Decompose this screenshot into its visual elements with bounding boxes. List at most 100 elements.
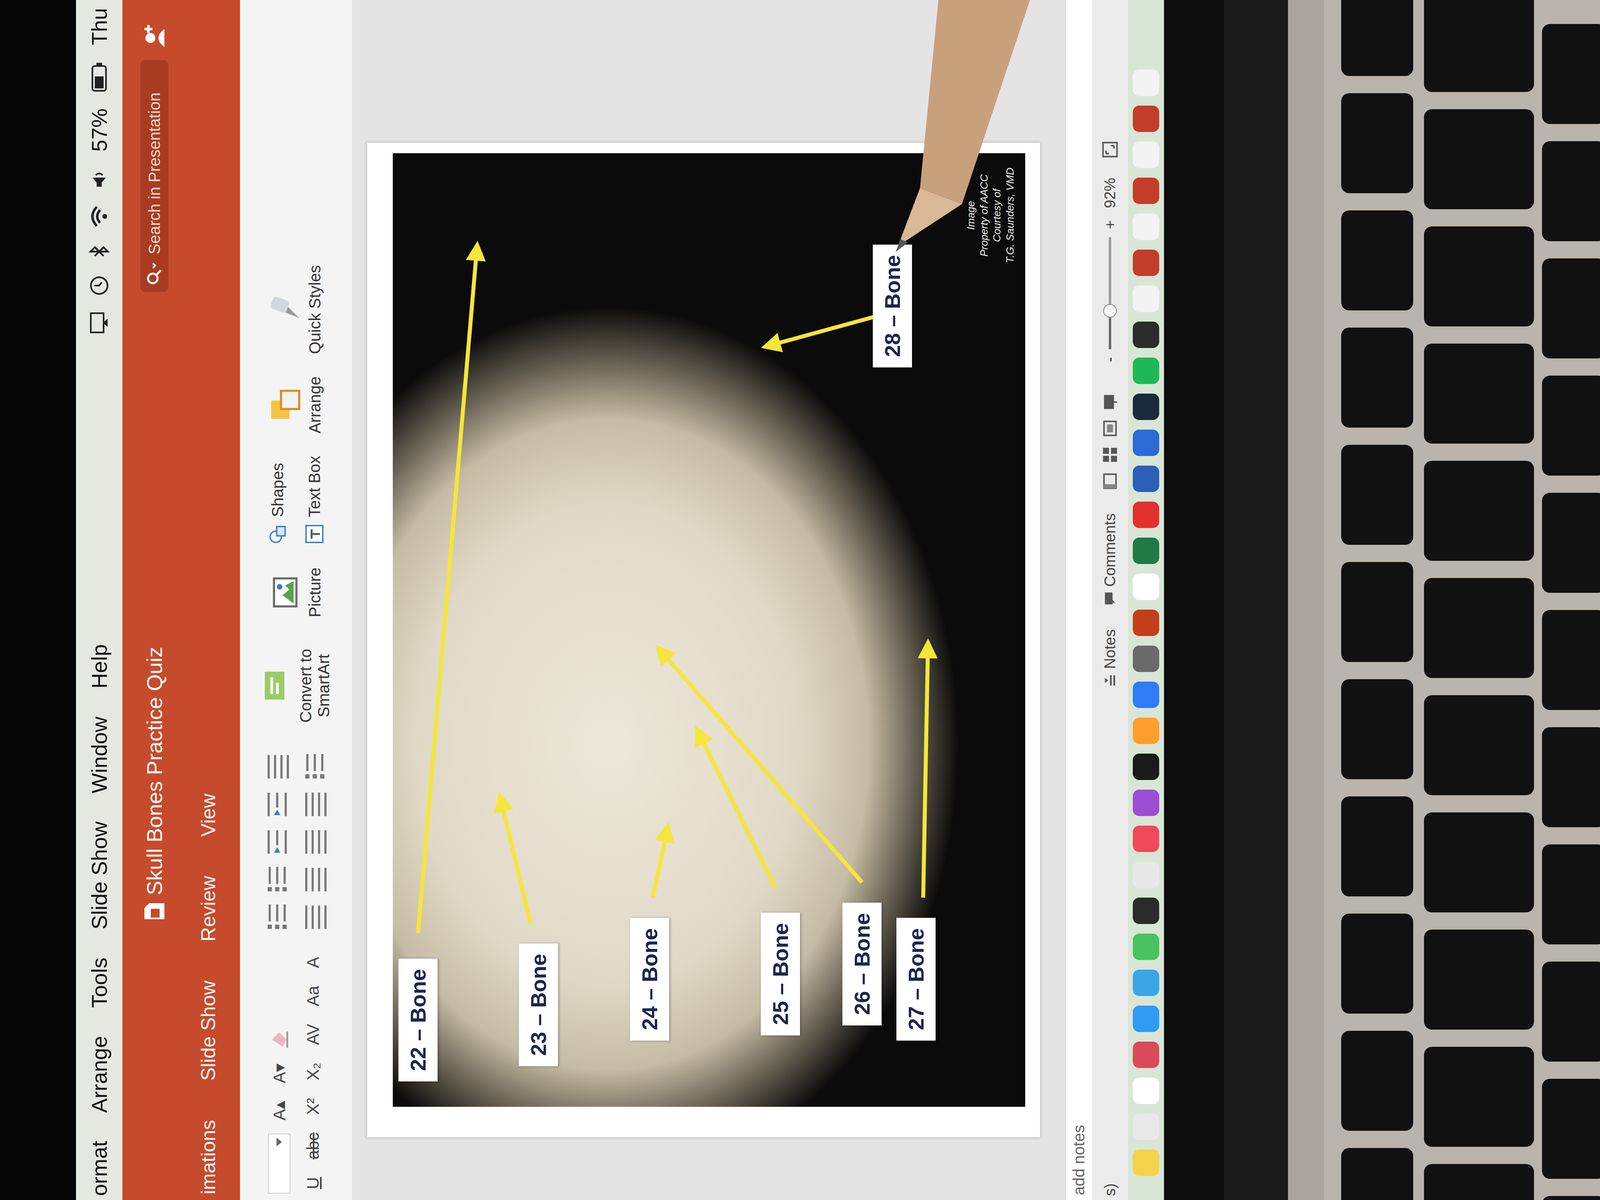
battery-icon[interactable] — [91, 62, 107, 92]
list-format-icon[interactable] — [264, 904, 290, 930]
dock-app-icon[interactable] — [1132, 141, 1160, 168]
dock-app-icon[interactable] — [1132, 177, 1160, 204]
align-text-icon[interactable] — [302, 791, 328, 818]
ribbon-tool[interactable]: Convert to SmartArt — [259, 639, 333, 732]
dock-app-icon[interactable] — [1132, 105, 1160, 132]
dock-app-icon[interactable] — [1132, 969, 1160, 996]
dock-app-icon[interactable] — [1132, 69, 1160, 96]
font-button[interactable]: U — [301, 1172, 325, 1194]
dock-app-icon[interactable] — [1132, 825, 1160, 852]
sorter-view-icon[interactable] — [1102, 446, 1118, 463]
dock-app-icon[interactable] — [1132, 249, 1160, 276]
clock[interactable]: Thu — [86, 8, 112, 46]
menu-item[interactable]: Window — [86, 716, 112, 794]
search-input[interactable] — [145, 67, 164, 256]
dock-app-icon[interactable] — [1132, 645, 1160, 672]
bone-label[interactable]: 25 – Bone — [760, 912, 800, 1036]
search-box[interactable] — [140, 60, 169, 292]
ribbon-tool[interactable]: Text Box — [303, 455, 326, 545]
dock-app-icon[interactable] — [1132, 429, 1160, 456]
font-button[interactable]: abc — [301, 1128, 325, 1164]
align-text-icon[interactable] — [302, 904, 328, 930]
font-button[interactable]: A▴ — [267, 1096, 292, 1125]
bone-label[interactable]: 26 – Bone — [842, 902, 882, 1026]
dock-app-icon[interactable] — [1132, 1077, 1160, 1104]
list-format-icon[interactable] — [264, 829, 290, 855]
dock-app-icon[interactable] — [1132, 609, 1160, 636]
font-button[interactable]: AV — [301, 1019, 325, 1050]
dock-app-icon[interactable] — [1132, 1113, 1160, 1140]
font-size-dropdown[interactable] — [268, 1133, 291, 1194]
font-button[interactable]: Aa — [301, 981, 325, 1011]
dock-app-icon[interactable] — [1132, 861, 1160, 888]
menu-item[interactable]: Arrange — [86, 1036, 112, 1113]
dock-app-icon[interactable] — [1132, 321, 1160, 348]
font-button[interactable]: X₂ — [301, 1058, 325, 1085]
menu-item[interactable]: ormat — [86, 1140, 112, 1196]
ribbon-tab[interactable]: Slide Show — [193, 979, 224, 1083]
notes-button[interactable]: Notes — [1101, 629, 1119, 688]
dock-app-icon[interactable] — [1132, 357, 1160, 384]
ribbon-tool[interactable]: Picture — [268, 567, 324, 618]
language-indicator[interactable]: s) — [1101, 1183, 1119, 1196]
font-button[interactable]: X² — [301, 1093, 325, 1120]
bone-label[interactable]: 28 – Bone — [872, 244, 912, 368]
font-button[interactable]: A — [301, 952, 325, 973]
reading-view-icon[interactable] — [1102, 420, 1118, 437]
ribbon-tab[interactable]: View — [193, 792, 224, 838]
bone-label[interactable]: 27 – Bone — [896, 917, 936, 1041]
ribbon-tab[interactable]: imations — [193, 1118, 224, 1196]
fit-to-window-icon[interactable] — [1102, 141, 1118, 158]
bone-label[interactable]: 24 – Bone — [630, 917, 670, 1041]
zoom-out-button[interactable]: - — [1101, 357, 1119, 363]
comments-button[interactable]: Comments — [1101, 513, 1119, 606]
menu-item[interactable]: Tools — [86, 957, 112, 1008]
dock-app-icon[interactable] — [1132, 753, 1160, 780]
dock-app-icon[interactable] — [1132, 681, 1160, 708]
align-text-icon[interactable] — [302, 866, 328, 893]
dock-app-icon[interactable] — [1132, 897, 1160, 924]
bone-label[interactable]: 22 – Bone — [398, 958, 438, 1082]
dock-app-icon[interactable] — [1132, 501, 1160, 528]
dock-app-icon[interactable] — [1132, 573, 1160, 600]
slideshow-view-icon[interactable] — [1102, 394, 1118, 410]
ribbon-tool[interactable]: Quick Styles — [268, 265, 324, 354]
list-format-icon[interactable] — [264, 791, 290, 818]
list-format-icon[interactable] — [264, 754, 290, 780]
dock-app-icon[interactable] — [1132, 1005, 1160, 1032]
ribbon-tool[interactable]: Arrange — [268, 376, 324, 434]
align-text-icon[interactable] — [302, 754, 328, 780]
font-button[interactable]: A▾ — [267, 1059, 292, 1088]
volume-icon[interactable] — [90, 168, 109, 189]
dock-app-icon[interactable] — [1132, 465, 1160, 492]
zoom-slider-knob[interactable] — [1103, 304, 1117, 318]
time-machine-icon[interactable] — [89, 275, 110, 296]
dock-app-icon[interactable] — [1132, 537, 1160, 564]
menu-item[interactable]: Help — [86, 644, 112, 689]
bluetooth-icon[interactable] — [88, 244, 110, 259]
dock-app-icon[interactable] — [1132, 1149, 1160, 1176]
keyboard-keys — [1164, 0, 1600, 1200]
dock-app-icon[interactable] — [1132, 933, 1160, 960]
zoom-percent[interactable]: 92% — [1101, 177, 1119, 208]
dock-app-icon[interactable] — [1132, 285, 1160, 312]
wifi-icon[interactable] — [90, 205, 109, 228]
zoom-slider[interactable] — [1108, 237, 1112, 350]
dock-app-icon[interactable] — [1132, 393, 1160, 420]
zoom-in-button[interactable]: + — [1101, 220, 1119, 229]
dock-app-icon[interactable] — [1132, 717, 1160, 744]
normal-view-icon[interactable] — [1102, 473, 1118, 490]
dock-app-icon[interactable] — [1132, 1041, 1160, 1068]
clear-format-icon[interactable] — [268, 1028, 290, 1051]
screen-mirror-icon[interactable] — [90, 312, 109, 334]
menu-item[interactable]: Slide Show — [86, 821, 112, 930]
dock-app-icon[interactable] — [1132, 213, 1160, 240]
notes-input[interactable] — [1069, 954, 1089, 1196]
ribbon-tab[interactable]: Review — [193, 874, 224, 944]
bone-label[interactable]: 23 – Bone — [518, 943, 558, 1066]
dock-app-icon[interactable] — [1132, 789, 1160, 816]
align-text-icon[interactable] — [302, 829, 328, 855]
ribbon-tool[interactable]: Shapes — [266, 455, 289, 545]
share-person-icon[interactable] — [142, 24, 167, 48]
list-format-icon[interactable] — [264, 866, 290, 893]
